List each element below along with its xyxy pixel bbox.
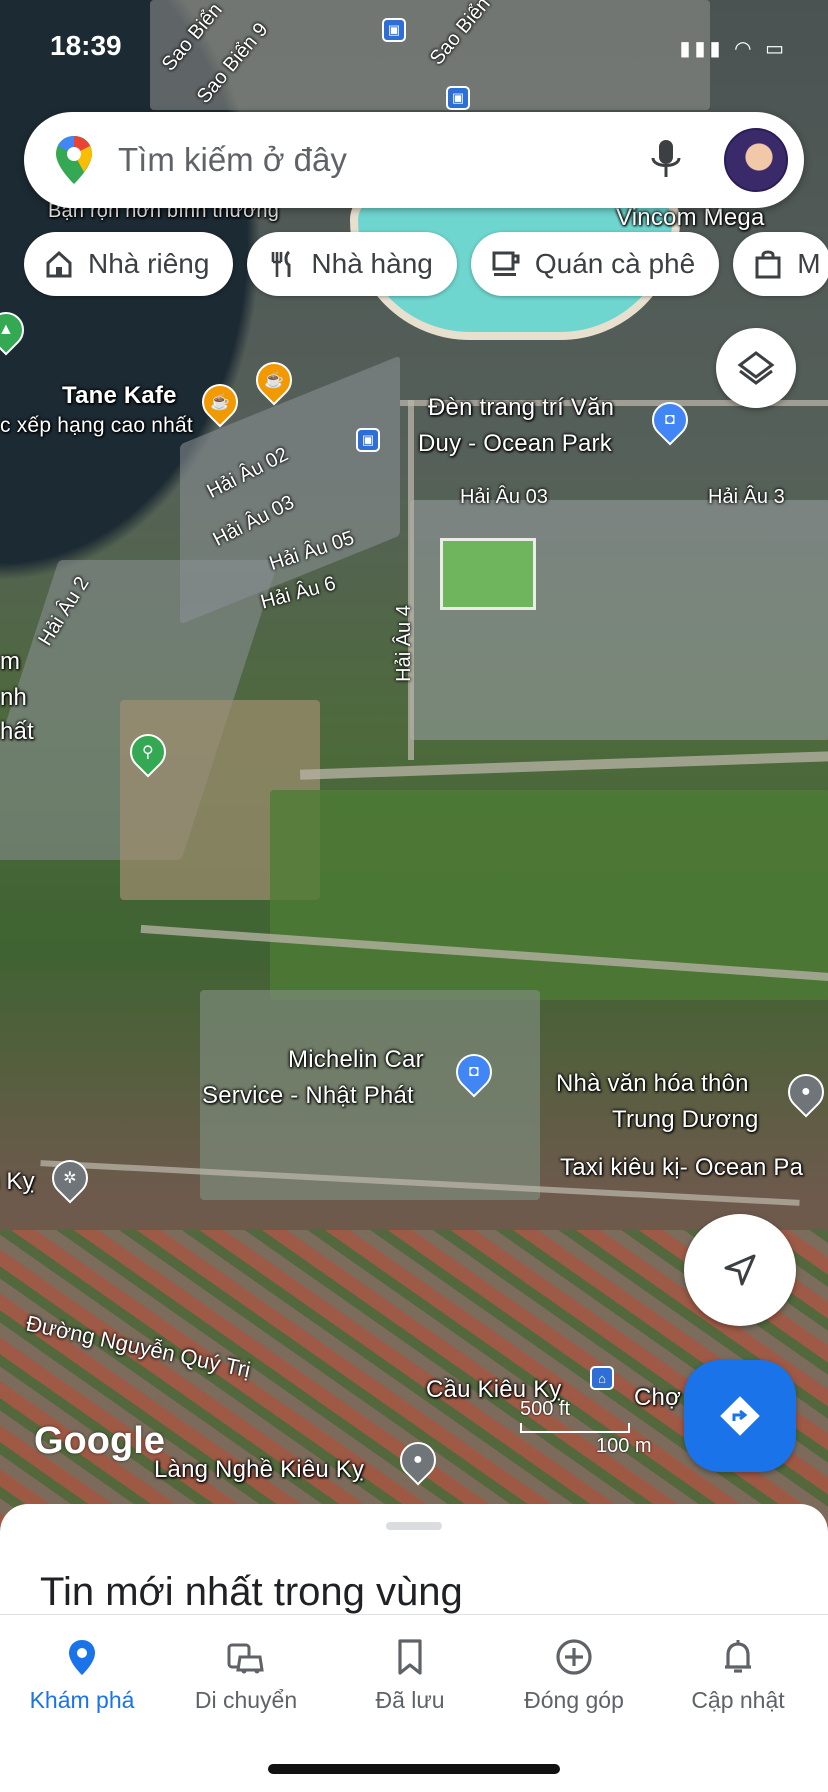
map-label-nha-van-hoa-2[interactable]: Trung Dương <box>612 1106 759 1134</box>
road <box>408 400 414 760</box>
map-label-vincom[interactable]: Vincom Mega <box>616 204 765 232</box>
chip-label: Nhà hàng <box>311 248 433 279</box>
nav-label: Đã lưu <box>375 1687 445 1713</box>
shopping-bag-icon <box>755 250 781 279</box>
map-label-left-hat: hất <box>0 718 34 745</box>
scale-bar <box>520 1423 630 1433</box>
map-scale: 500 ft 100 m <box>520 1398 652 1458</box>
bottom-sheet[interactable]: Tin mới nhất trong vùng <box>0 1504 828 1614</box>
search-input[interactable] <box>118 141 618 179</box>
residential-block <box>410 500 828 740</box>
landmark-pin-icon[interactable]: ● <box>780 1066 828 1118</box>
cafe-icon <box>492 251 520 276</box>
category-chips: Nhà riêng Nhà hàng Quán cà phê M <box>24 232 828 296</box>
search-bar[interactable] <box>24 112 804 208</box>
map-label-ky[interactable]: n Kỵ <box>0 1168 35 1196</box>
sports-field <box>440 538 536 610</box>
map-label-den-trang-tri[interactable]: Đèn trang trí Văn <box>428 394 614 422</box>
map-label-tane-kafe[interactable]: Tane Kafe <box>62 382 177 410</box>
commute-car-icon <box>227 1643 264 1674</box>
nav-label: Di chuyển <box>194 1687 298 1713</box>
map-label-lang-nghe[interactable]: Làng Nghề Kiêu Kỵ <box>154 1456 364 1484</box>
nav-saved[interactable]: Đã lưu <box>328 1637 492 1714</box>
nav-label: Khám phá <box>29 1687 135 1713</box>
bus-stop-icon[interactable]: ▣ <box>446 86 470 110</box>
map-label-den-trang-tri-2[interactable]: Duy - Ocean Park <box>418 430 612 458</box>
map-label-left-nh: nh <box>0 684 28 711</box>
navigation-arrow-icon <box>724 1254 756 1286</box>
bridge-icon[interactable]: ⌂ <box>590 1366 614 1390</box>
map-label-nha-van-hoa[interactable]: Nhà văn hóa thôn <box>556 1070 749 1098</box>
add-circle-icon <box>556 1639 592 1675</box>
directions-button[interactable] <box>684 1360 796 1472</box>
cafe-pin-icon[interactable]: ☕ <box>248 354 300 406</box>
my-location-button[interactable] <box>684 1214 796 1326</box>
status-bar: 18:39 ▮▮▮ ◠ ▭ <box>0 0 828 61</box>
layers-icon <box>737 351 775 385</box>
microphone-icon[interactable] <box>646 138 686 182</box>
chip-label: Quán cà phê <box>534 248 696 279</box>
status-icons: ▮▮▮ ◠ ▭ <box>679 38 788 60</box>
bell-icon <box>725 1640 751 1673</box>
bus-stop-icon[interactable]: ▣ <box>356 428 380 452</box>
directions-icon <box>720 1396 760 1436</box>
home-indicator[interactable] <box>268 1764 560 1774</box>
map-label-michelin-2[interactable]: Service - Nhật Phát <box>202 1082 414 1110</box>
google-watermark: Google <box>34 1420 165 1462</box>
sheet-title: Tin mới nhất trong vùng <box>40 1570 463 1614</box>
street-label: Hải Âu 3 <box>708 486 785 508</box>
layers-button[interactable] <box>716 328 796 408</box>
map-label-taxi[interactable]: Taxi kiêu kị- Ocean Pa <box>560 1154 803 1182</box>
map-label-tane-sub: c xếp hạng cao nhất <box>0 414 193 437</box>
chip-cafe[interactable]: Quán cà phê <box>470 232 720 296</box>
bookmark-icon <box>398 1639 422 1675</box>
nav-contribute[interactable]: Đóng góp <box>492 1637 656 1714</box>
account-avatar[interactable] <box>724 128 788 192</box>
sheet-drag-handle[interactable] <box>386 1522 442 1530</box>
park-pin-icon[interactable]: ▲ <box>0 304 32 356</box>
road <box>299 750 828 780</box>
chip-restaurant[interactable]: Nhà hàng <box>247 232 457 296</box>
scale-ft: 500 ft <box>520 1398 571 1420</box>
chip-label: Nhà riêng <box>88 248 210 279</box>
scale-m: 100 m <box>596 1435 652 1457</box>
street-label: Hải Âu 4 <box>392 605 415 682</box>
nav-commute[interactable]: Di chuyển <box>164 1637 328 1714</box>
map-label-left-m: m <box>0 648 21 675</box>
nav-updates[interactable]: Cập nhật <box>656 1637 820 1714</box>
nav-label: Đóng góp <box>524 1687 624 1713</box>
restaurant-icon <box>272 250 291 277</box>
home-icon <box>46 250 72 278</box>
status-time: 18:39 <box>50 30 122 61</box>
map-label-michelin[interactable]: Michelin Car <box>288 1046 424 1074</box>
chip-home[interactable]: Nhà riêng <box>24 232 234 296</box>
nav-label: Cập nhật <box>691 1687 785 1713</box>
street-label: Hải Âu 03 <box>460 486 548 508</box>
chip-label: M <box>797 248 821 279</box>
google-maps-logo-icon <box>56 136 92 184</box>
explore-pin-icon <box>69 1640 95 1675</box>
nav-explore[interactable]: Khám phá <box>0 1637 164 1714</box>
chip-shopping[interactable]: M <box>733 232 828 296</box>
